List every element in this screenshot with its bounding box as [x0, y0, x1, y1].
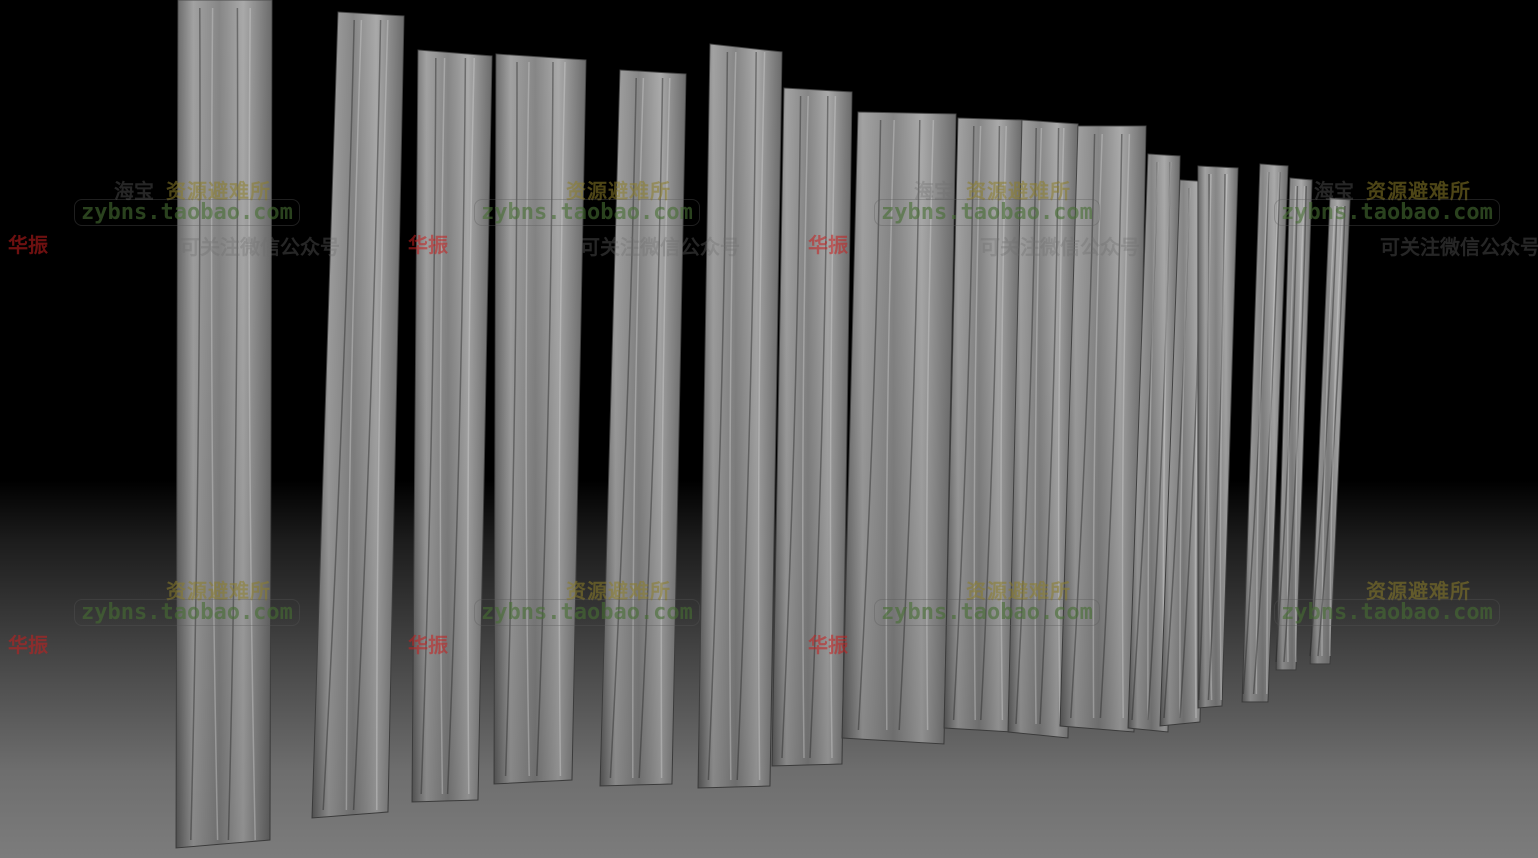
planks-group: [175, 0, 1351, 849]
plank-shading: [176, 0, 272, 848]
render-viewport: 海宝 资源避难所 zybns.taobao.com 华振 可关注微信公众号 资源避难所 zy…: [0, 0, 1538, 858]
planks-scene: [175, 0, 1351, 849]
plank-shading: [1198, 166, 1238, 708]
plank-shading: [600, 70, 686, 786]
plank-shading: [698, 44, 782, 788]
plank-shading: [842, 112, 956, 744]
plank-shading: [772, 88, 852, 766]
